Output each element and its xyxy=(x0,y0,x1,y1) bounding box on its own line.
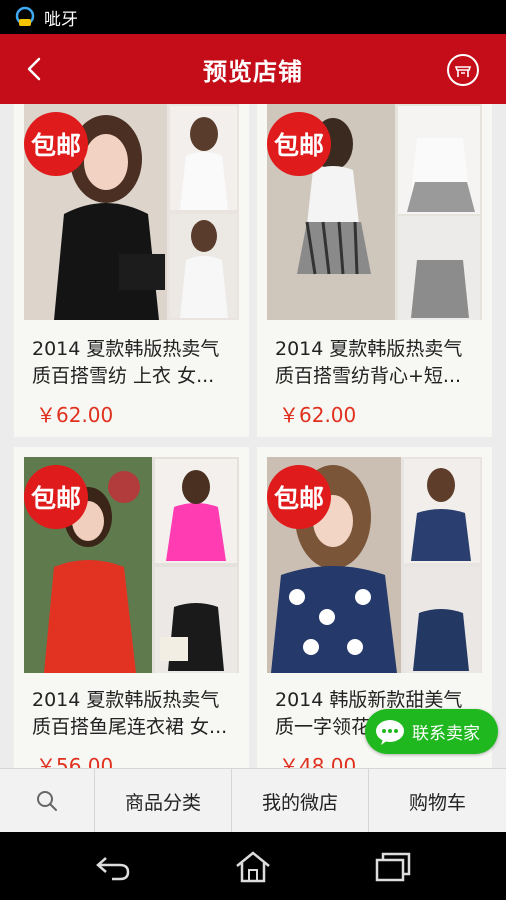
free-shipping-badge: 包邮 xyxy=(267,465,331,529)
product-price: ￥62.00 xyxy=(36,403,114,427)
app-icon xyxy=(15,6,35,26)
chat-bubble-icon xyxy=(376,719,404,745)
tab-cart[interactable]: 购物车 xyxy=(369,769,506,833)
shop-icon[interactable] xyxy=(446,53,480,87)
product-price: ￥48.00 xyxy=(279,754,357,768)
product-image[interactable]: 包邮 xyxy=(267,104,482,320)
free-shipping-badge: 包邮 xyxy=(267,112,331,176)
product-price: ￥56.00 xyxy=(36,754,114,768)
status-bar: 呲牙 xyxy=(0,0,506,34)
contact-seller-label: 联系卖家 xyxy=(412,724,480,744)
page-title: 预览店铺 xyxy=(203,57,303,86)
app-header: 预览店铺 xyxy=(0,34,506,104)
contact-seller-button[interactable]: 联系卖家 xyxy=(365,709,498,754)
system-nav-bar xyxy=(0,832,506,900)
product-name[interactable]: 2014 夏款韩版热卖气质百搭雪纺背心+短... xyxy=(275,336,480,390)
product-image[interactable]: 包邮 xyxy=(24,104,239,320)
product-image[interactable]: 包邮 xyxy=(267,457,482,673)
tab-categories[interactable]: 商品分类 xyxy=(95,769,232,833)
product-image[interactable]: 包邮 xyxy=(24,457,239,673)
status-app-name: 呲牙 xyxy=(44,9,78,30)
home-icon[interactable] xyxy=(233,850,273,884)
product-card[interactable]: 包邮 2014 夏款韩版热卖气质百搭雪纺背心+短... ￥62.00 xyxy=(257,104,492,437)
product-card[interactable]: 包邮 2014 夏款韩版热卖气质百搭雪纺 上衣 女... ￥62.00 xyxy=(14,104,249,437)
product-list[interactable]: 包邮 2014 夏款韩版热卖气质百搭雪纺 上衣 女... ￥62.00 包邮 2… xyxy=(0,104,506,768)
recent-apps-icon[interactable] xyxy=(373,850,413,884)
product-price: ￥62.00 xyxy=(279,403,357,427)
free-shipping-badge: 包邮 xyxy=(24,112,88,176)
bottom-tab-bar: 商品分类 我的微店 购物车 xyxy=(0,768,506,833)
free-shipping-badge: 包邮 xyxy=(24,465,88,529)
search-icon xyxy=(37,791,57,811)
product-name[interactable]: 2014 夏款韩版热卖气质百搭雪纺 上衣 女... xyxy=(32,336,237,390)
tab-my-shop[interactable]: 我的微店 xyxy=(232,769,369,833)
product-card[interactable]: 包邮 2014 夏款韩版热卖气质百搭鱼尾连衣裙 女... ￥56.00 xyxy=(14,447,249,768)
back-arrow-icon[interactable] xyxy=(22,56,48,82)
back-icon[interactable] xyxy=(94,850,134,884)
tab-search[interactable] xyxy=(0,769,95,833)
product-name[interactable]: 2014 夏款韩版热卖气质百搭鱼尾连衣裙 女... xyxy=(32,687,237,741)
